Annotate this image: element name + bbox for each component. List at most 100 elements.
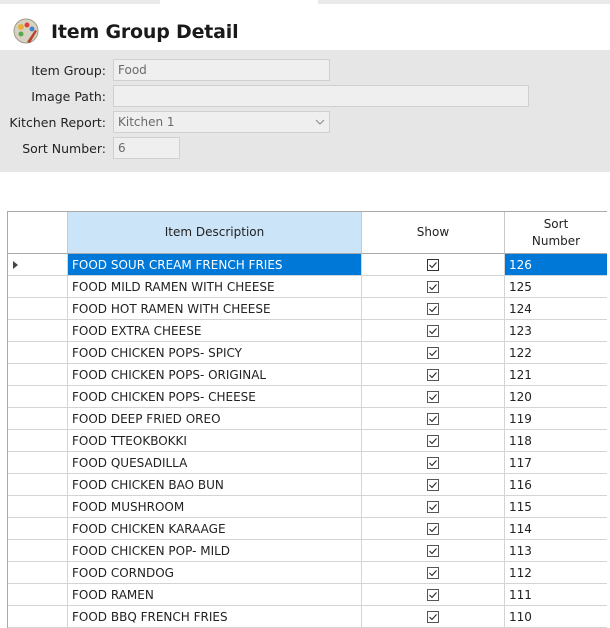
row-header[interactable] xyxy=(8,518,68,540)
table-row[interactable]: FOOD RAMEN 111 xyxy=(8,584,607,606)
column-header-description[interactable]: Item Description xyxy=(68,212,362,254)
sort-number-cell[interactable]: 115 xyxy=(505,496,607,518)
sort-number-cell[interactable]: 124 xyxy=(505,298,607,320)
table-row[interactable]: FOOD CHICKEN KARAAGE 114 xyxy=(8,518,607,540)
item-description-cell[interactable]: FOOD CHICKEN POP- MILD xyxy=(68,540,362,562)
row-header[interactable] xyxy=(8,254,68,276)
row-header[interactable] xyxy=(8,276,68,298)
kitchen-report-label: Kitchen Report: xyxy=(9,115,106,130)
checkbox-checked-icon[interactable] xyxy=(427,545,439,557)
image-path-field[interactable] xyxy=(113,85,529,107)
column-header-sort-number[interactable]: Sort Number xyxy=(505,212,607,254)
sort-number-cell[interactable]: 126 xyxy=(505,254,607,276)
checkbox-checked-icon[interactable] xyxy=(427,303,439,315)
checkbox-checked-icon[interactable] xyxy=(427,501,439,513)
window-header: Item Group Detail xyxy=(0,4,610,50)
checkbox-checked-icon[interactable] xyxy=(427,369,439,381)
sort-number-cell[interactable]: 118 xyxy=(505,430,607,452)
table-row[interactable]: FOOD CORNDOG 112 xyxy=(8,562,607,584)
item-group-field[interactable]: Food xyxy=(113,59,330,81)
sort-number-cell[interactable]: 110 xyxy=(505,606,607,628)
sort-number-cell[interactable]: 114 xyxy=(505,518,607,540)
sort-number-cell[interactable]: 111 xyxy=(505,584,607,606)
row-header[interactable] xyxy=(8,320,68,342)
row-header[interactable] xyxy=(8,364,68,386)
checkbox-checked-icon[interactable] xyxy=(427,413,439,425)
item-description-cell[interactable]: FOOD CHICKEN POPS- ORIGINAL xyxy=(68,364,362,386)
table-row[interactable]: FOOD SOUR CREAM FRENCH FRIES 126 xyxy=(8,254,607,276)
sort-number-cell[interactable]: 119 xyxy=(505,408,607,430)
show-cell xyxy=(362,408,505,430)
item-description-cell[interactable]: FOOD HOT RAMEN WITH CHEESE xyxy=(68,298,362,320)
table-row[interactable]: FOOD TTEOKBOKKI 118 xyxy=(8,430,607,452)
sort-number-cell[interactable]: 122 xyxy=(505,342,607,364)
row-header[interactable] xyxy=(8,584,68,606)
item-description-cell[interactable]: FOOD BBQ FRENCH FRIES xyxy=(68,606,362,628)
table-row[interactable]: FOOD BBQ FRENCH FRIES 110 xyxy=(8,606,607,628)
row-header[interactable] xyxy=(8,474,68,496)
item-description-cell[interactable]: FOOD SOUR CREAM FRENCH FRIES xyxy=(68,254,362,276)
checkbox-checked-icon[interactable] xyxy=(427,391,439,403)
item-description-cell[interactable]: FOOD TTEOKBOKKI xyxy=(68,430,362,452)
row-header[interactable] xyxy=(8,408,68,430)
table-row[interactable]: FOOD CHICKEN POPS- ORIGINAL 121 xyxy=(8,364,607,386)
row-header[interactable] xyxy=(8,298,68,320)
checkbox-checked-icon[interactable] xyxy=(427,325,439,337)
table-row[interactable]: FOOD MILD RAMEN WITH CHEESE 125 xyxy=(8,276,607,298)
checkbox-checked-icon[interactable] xyxy=(427,281,439,293)
column-header-show[interactable]: Show xyxy=(362,212,505,254)
table-row[interactable]: FOOD QUESADILLA 117 xyxy=(8,452,607,474)
items-grid[interactable]: Item Description Show Sort Number FOOD SO… xyxy=(7,211,607,628)
sort-number-cell[interactable]: 113 xyxy=(505,540,607,562)
sort-number-cell[interactable]: 125 xyxy=(505,276,607,298)
show-cell xyxy=(362,452,505,474)
sort-number-cell[interactable]: 117 xyxy=(505,452,607,474)
item-description-cell[interactable]: FOOD MUSHROOM xyxy=(68,496,362,518)
item-description-cell[interactable]: FOOD MILD RAMEN WITH CHEESE xyxy=(68,276,362,298)
row-header[interactable] xyxy=(8,342,68,364)
kitchen-report-dropdown[interactable]: Kitchen 1 xyxy=(113,111,330,133)
table-row[interactable]: FOOD EXTRA CHEESE 123 xyxy=(8,320,607,342)
checkbox-checked-icon[interactable] xyxy=(427,611,439,623)
checkbox-checked-icon[interactable] xyxy=(427,457,439,469)
chevron-down-icon[interactable] xyxy=(315,115,325,129)
item-description-cell[interactable]: FOOD CHICKEN POPS- SPICY xyxy=(68,342,362,364)
checkbox-checked-icon[interactable] xyxy=(427,479,439,491)
item-description-cell[interactable]: FOOD QUESADILLA xyxy=(68,452,362,474)
row-header[interactable] xyxy=(8,386,68,408)
table-row[interactable]: FOOD CHICKEN POPS- SPICY 122 xyxy=(8,342,607,364)
table-row[interactable]: FOOD DEEP FRIED OREO 119 xyxy=(8,408,607,430)
checkbox-checked-icon[interactable] xyxy=(427,523,439,535)
row-header[interactable] xyxy=(8,562,68,584)
checkbox-checked-icon[interactable] xyxy=(427,589,439,601)
sort-number-field[interactable]: 6 xyxy=(113,137,180,159)
checkbox-checked-icon[interactable] xyxy=(427,347,439,359)
table-row[interactable]: FOOD CHICKEN POP- MILD 113 xyxy=(8,540,607,562)
checkbox-checked-icon[interactable] xyxy=(427,435,439,447)
sort-number-cell[interactable]: 123 xyxy=(505,320,607,342)
table-row[interactable]: FOOD MUSHROOM 115 xyxy=(8,496,607,518)
checkbox-checked-icon[interactable] xyxy=(427,259,439,271)
item-description-cell[interactable]: FOOD RAMEN xyxy=(68,584,362,606)
item-description-cell[interactable]: FOOD EXTRA CHEESE xyxy=(68,320,362,342)
row-header[interactable] xyxy=(8,540,68,562)
row-header[interactable] xyxy=(8,606,68,628)
table-row[interactable]: FOOD CHICKEN BAO BUN 116 xyxy=(8,474,607,496)
item-description-cell[interactable]: FOOD CHICKEN POPS- CHEESE xyxy=(68,386,362,408)
table-row[interactable]: FOOD CHICKEN POPS- CHEESE 120 xyxy=(8,386,607,408)
row-header-corner[interactable] xyxy=(8,212,68,254)
kitchen-report-value: Kitchen 1 xyxy=(118,115,175,129)
row-header[interactable] xyxy=(8,496,68,518)
table-row[interactable]: FOOD HOT RAMEN WITH CHEESE 124 xyxy=(8,298,607,320)
item-description-cell[interactable]: FOOD CHICKEN KARAAGE xyxy=(68,518,362,540)
item-description-cell[interactable]: FOOD DEEP FRIED OREO xyxy=(68,408,362,430)
sort-number-cell[interactable]: 120 xyxy=(505,386,607,408)
item-description-cell[interactable]: FOOD CHICKEN BAO BUN xyxy=(68,474,362,496)
sort-number-cell[interactable]: 116 xyxy=(505,474,607,496)
item-description-cell[interactable]: FOOD CORNDOG xyxy=(68,562,362,584)
row-header[interactable] xyxy=(8,430,68,452)
row-header[interactable] xyxy=(8,452,68,474)
sort-number-cell[interactable]: 121 xyxy=(505,364,607,386)
sort-number-cell[interactable]: 112 xyxy=(505,562,607,584)
checkbox-checked-icon[interactable] xyxy=(427,567,439,579)
